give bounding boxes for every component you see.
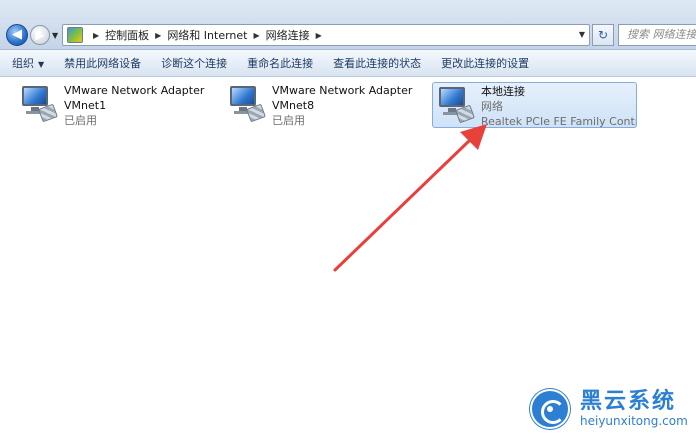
connection-line2: 网络 [481,100,503,113]
address-bar-area: ◀ ▶ ▼ ▶ 控制面板 ▶ 网络和 Internet ▶ 网络连接 ▶ ▼ ↻… [0,0,696,50]
history-dropdown-icon[interactable]: ▼ [52,31,58,40]
address-input[interactable]: ▶ 控制面板 ▶ 网络和 Internet ▶ 网络连接 ▶ ▼ [62,24,590,46]
connection-status: 已启用 [64,114,97,127]
organize-menu-button[interactable]: 组织 ▼ [12,55,44,71]
breadcrumb-control-panel[interactable]: 控制面板 [105,27,149,43]
address-dropdown-icon[interactable]: ▼ [579,30,585,39]
chevron-down-icon: ▼ [38,60,45,69]
chevron-right-icon[interactable]: ▶ [316,31,322,40]
breadcrumb-network-connections[interactable]: 网络连接 [266,27,310,43]
network-adapter-icon [226,84,266,124]
connection-status: 已启用 [272,114,305,127]
diagnose-connection-button[interactable]: 诊断这个连接 [161,55,227,71]
connection-status: Realtek PCIe FE Family Control... [481,115,636,128]
network-adapter-icon [435,85,475,125]
rename-connection-button[interactable]: 重命名此连接 [247,55,313,71]
chevron-right-icon[interactable]: ▶ [254,31,260,40]
view-status-button[interactable]: 查看此连接的状态 [333,55,421,71]
connection-name: VMware Network Adapter [272,84,413,97]
network-adapter-icon [18,84,58,124]
connection-line2: VMnet1 [64,99,107,112]
chevron-right-icon[interactable]: ▶ [155,31,161,40]
site-watermark: 黑云系统 heiyunxitong.com [530,386,696,432]
watermark-chinese: 黑云系统 [580,389,677,414]
disable-device-button[interactable]: 禁用此网络设备 [64,55,141,71]
connection-line2: VMnet8 [272,99,315,112]
connection-item-vmnet8[interactable]: VMware Network Adapter VMnet8 已启用 [226,83,416,129]
connection-name: 本地连接 [481,85,525,98]
watermark-site: heiyunxitong.com [580,414,688,428]
chevron-right-icon[interactable]: ▶ [93,31,99,40]
connection-name: VMware Network Adapter [64,84,205,97]
command-bar: 组织 ▼ 禁用此网络设备 诊断这个连接 重命名此连接 查看此连接的状态 更改此连接… [0,50,696,77]
back-arrow-icon[interactable]: ◀ [6,24,28,46]
change-settings-button[interactable]: 更改此连接的设置 [441,55,529,71]
forward-arrow-icon[interactable]: ▶ [30,25,50,45]
connections-list: VMware Network Adapter VMnet1 已启用 VMware… [0,78,696,434]
control-panel-icon [67,27,83,43]
connection-item-vmnet1[interactable]: VMware Network Adapter VMnet1 已启用 [18,83,208,129]
swirl-logo-icon [530,389,570,429]
refresh-button[interactable]: ↻ [592,24,614,46]
connection-item-local[interactable]: 本地连接 网络 Realtek PCIe FE Family Control..… [432,82,637,128]
search-input[interactable]: 搜索 网络连接 [618,24,696,46]
breadcrumb-network-internet[interactable]: 网络和 Internet [167,27,247,43]
